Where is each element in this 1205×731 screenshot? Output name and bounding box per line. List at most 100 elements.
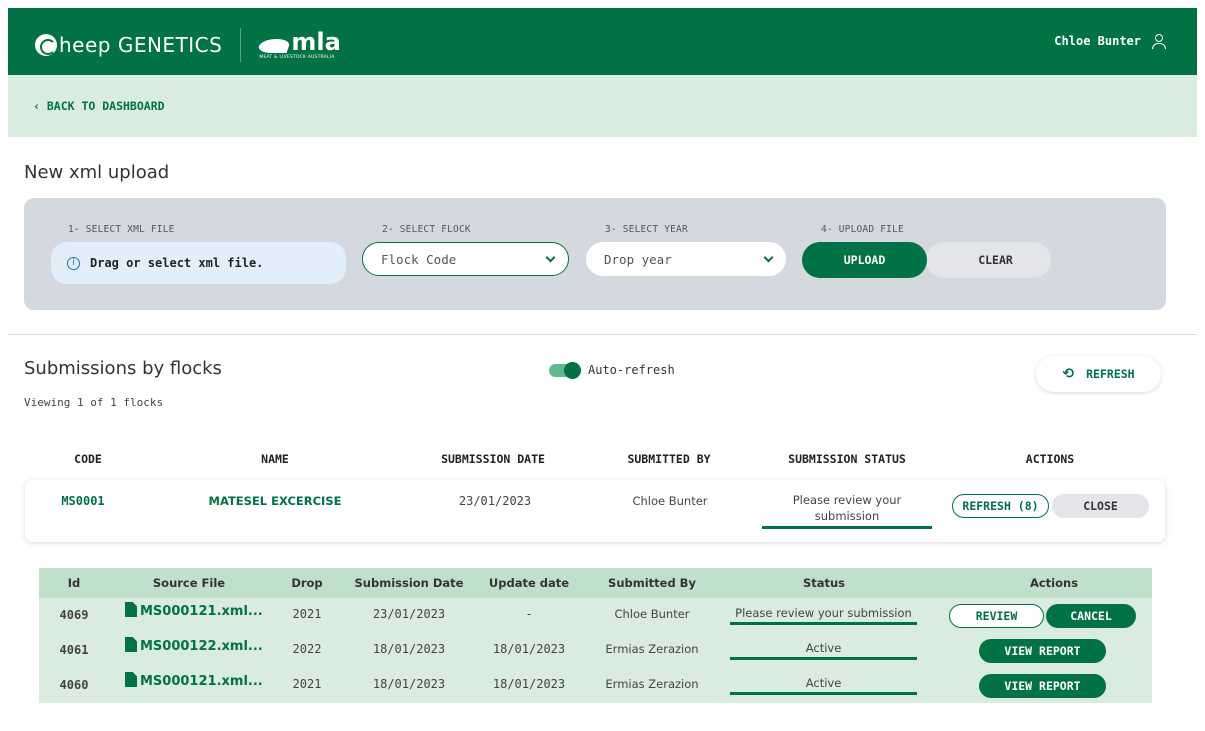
row-drop: 2021	[292, 607, 322, 621]
mla-swoosh-icon	[256, 38, 292, 53]
step1-label: 1- SELECT XML FILE	[68, 224, 175, 235]
col-name: NAME	[261, 452, 289, 466]
user-name: Chloe Bunter	[1054, 34, 1141, 48]
flock-code-select[interactable]: Flock Code	[362, 242, 569, 276]
source-file-name: MS000121.xml...	[140, 604, 263, 619]
table-row: 4069 MS000121.xml... 2021 23/01/2023 - C…	[39, 598, 1152, 633]
auto-refresh-label: Auto-refresh	[588, 363, 675, 377]
page: heep GENETICS mla MEAT & LIVESTOCK AUSTR…	[0, 0, 1205, 731]
flock-name[interactable]: MATESEL EXCERCISE	[205, 494, 345, 508]
submissions-title: Submissions by flocks	[24, 358, 222, 379]
col-status: Status	[802, 576, 846, 590]
user-icon[interactable]	[1151, 34, 1166, 49]
flock-submission-date: 23/01/2023	[458, 494, 532, 508]
upload-panel: 1- SELECT XML FILE 2- SELECT FLOCK 3- SE…	[24, 198, 1166, 310]
row-submitted-by: Ermias Zerazion	[605, 642, 699, 656]
view-report-button[interactable]: VIEW REPORT	[979, 639, 1106, 663]
col-drop: Drop	[291, 576, 323, 590]
details-header: Id Source File Drop Submission Date Upda…	[39, 568, 1152, 598]
row-submitted-by: Ermias Zerazion	[605, 677, 699, 691]
source-file-name: MS000122.xml...	[140, 639, 263, 654]
upload-title: New xml upload	[24, 162, 170, 183]
file-icon	[125, 602, 137, 617]
auto-refresh-toggle[interactable]: Auto-refresh	[549, 361, 675, 379]
submission-details-table: Id Source File Drop Submission Date Upda…	[39, 568, 1152, 703]
refresh-icon: ⟲	[1062, 366, 1075, 382]
section-divider	[8, 334, 1197, 335]
mla-logo-subtitle: MEAT & LIVESTOCK AUSTRALIA	[259, 54, 335, 60]
back-bar: ‹ BACK TO DASHBOARD	[8, 75, 1197, 137]
col-actions: ACTIONS	[1025, 452, 1075, 466]
brand-logos: heep GENETICS mla MEAT & LIVESTOCK AUSTR…	[35, 28, 341, 62]
col-submission-status: SUBMISSION STATUS	[788, 452, 906, 466]
row-status: Active	[730, 640, 917, 660]
col-sub-date: Submission Date	[354, 576, 464, 590]
step3-label: 3- SELECT YEAR	[605, 224, 688, 235]
mla-logo: mla MEAT & LIVESTOCK AUSTRALIA	[256, 27, 341, 60]
row-update-date: -	[525, 607, 533, 621]
dropzone-text: Drag or select xml file.	[90, 256, 264, 270]
review-button[interactable]: REVIEW	[949, 604, 1044, 628]
refresh-button[interactable]: ⟲ REFRESH	[1036, 356, 1161, 392]
col-actions-detail: Actions	[1029, 576, 1079, 590]
upload-button[interactable]: UPLOAD	[802, 242, 927, 278]
row-id[interactable]: 4061	[49, 643, 99, 657]
cancel-button[interactable]: CANCEL	[1046, 604, 1136, 628]
flock-row[interactable]: MS0001 MATESEL EXCERCISE 23/01/2023 Chlo…	[25, 480, 1165, 542]
view-report-button[interactable]: VIEW REPORT	[979, 674, 1106, 698]
logo-divider	[240, 28, 242, 62]
drop-year-placeholder: Drop year	[604, 251, 672, 267]
file-icon	[125, 637, 137, 652]
step4-label: 4- UPLOAD FILE	[821, 224, 904, 235]
col-submission-date: SUBMISSION DATE	[441, 452, 545, 466]
row-status: Active	[730, 675, 917, 695]
source-file-link[interactable]: MS000122.xml...	[125, 637, 263, 654]
table-row: 4061 MS000122.xml... 2022 18/01/2023 18/…	[39, 633, 1152, 668]
back-to-dashboard-link[interactable]: ‹ BACK TO DASHBOARD	[33, 99, 165, 113]
col-id: Id	[67, 576, 81, 590]
row-sub-date: 18/01/2023	[372, 677, 446, 691]
source-file-link[interactable]: MS000121.xml...	[125, 672, 263, 689]
brand-name: heep GENETICS	[59, 33, 223, 57]
drop-year-select[interactable]: Drop year	[586, 242, 786, 276]
upload-button-label: UPLOAD	[843, 253, 886, 267]
viewing-count: Viewing 1 of 1 flocks	[24, 396, 164, 409]
sheep-genetics-logo-icon	[35, 34, 57, 56]
flock-refresh-button[interactable]: REFRESH (8)	[952, 494, 1049, 518]
table-row: 4060 MS000121.xml... 2021 18/01/2023 18/…	[39, 668, 1152, 703]
step2-label: 2- SELECT FLOCK	[382, 224, 471, 235]
mla-logo-text: mla	[291, 27, 341, 56]
source-file-link[interactable]: MS000121.xml...	[125, 602, 263, 619]
toggle-track[interactable]	[549, 361, 581, 379]
row-id[interactable]: 4069	[49, 608, 99, 622]
col-submitted-by: SUBMITTED BY	[627, 452, 711, 466]
row-drop: 2022	[292, 642, 322, 656]
refresh-button-label: REFRESH	[1086, 367, 1135, 381]
user-menu[interactable]: Chloe Bunter	[1054, 34, 1166, 49]
info-icon: i	[67, 256, 80, 270]
top-header: heep GENETICS mla MEAT & LIVESTOCK AUSTR…	[8, 8, 1197, 75]
col-code: CODE	[74, 452, 102, 466]
flock-code[interactable]: MS0001	[53, 494, 113, 508]
source-file-name: MS000121.xml...	[140, 674, 263, 689]
row-update-date: 18/01/2023	[492, 642, 566, 656]
clear-button[interactable]: CLEAR	[926, 242, 1051, 278]
row-sub-date: 23/01/2023	[372, 607, 446, 621]
row-id[interactable]: 4060	[49, 678, 99, 692]
row-submitted-by: Chloe Bunter	[614, 607, 690, 621]
col-update-date: Update date	[488, 576, 570, 590]
flock-status: Please review your submission	[762, 492, 932, 529]
row-drop: 2021	[292, 677, 322, 691]
col-source-file: Source File	[152, 576, 226, 590]
row-sub-date: 18/01/2023	[372, 642, 446, 656]
toggle-knob	[564, 361, 581, 379]
row-status: Please review your submission	[730, 605, 917, 625]
clear-button-label: CLEAR	[978, 253, 1013, 267]
chevron-down-icon	[545, 252, 556, 262]
flock-code-placeholder: Flock Code	[381, 251, 457, 267]
file-icon	[125, 672, 137, 687]
flock-submitted-by: Chloe Bunter	[632, 494, 708, 508]
col-submitted-by-detail: Submitted By	[608, 576, 696, 590]
flock-close-button[interactable]: CLOSE	[1052, 494, 1149, 518]
xml-file-dropzone[interactable]: i Drag or select xml file.	[51, 242, 346, 284]
